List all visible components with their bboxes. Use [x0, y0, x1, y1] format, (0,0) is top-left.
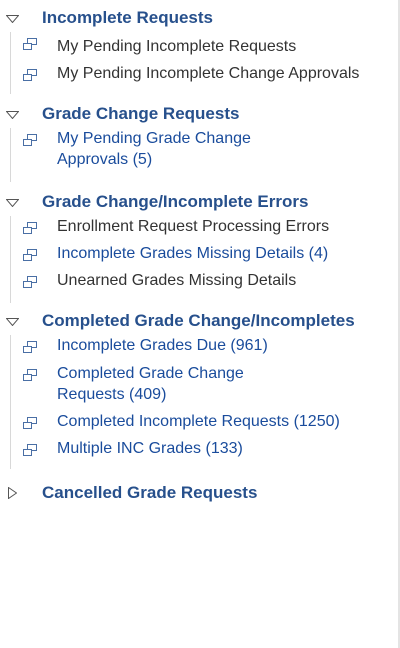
collapse-triangle-icon[interactable] [6, 199, 19, 207]
section-grade-change-incomplete-errors: Grade Change/Incomplete Errors Enrollmen… [0, 186, 396, 303]
nav-item-my-pending-incomplete-change-approvals[interactable]: My Pending Incomplete Change Approvals [11, 63, 396, 90]
link-page-icon [23, 444, 37, 456]
nav-item-my-pending-incomplete-requests[interactable]: My Pending Incomplete Requests [11, 32, 396, 63]
section-header[interactable]: Cancelled Grade Requests [0, 477, 396, 507]
nav-item-unearned-grades-missing-details[interactable]: Unearned Grades Missing Details [11, 270, 396, 299]
link-page-icon [23, 417, 37, 429]
collapse-triangle-icon[interactable] [6, 15, 19, 23]
section-header[interactable]: Completed Grade Change/Incompletes [0, 305, 396, 335]
nav-item-label: My Pending Incomplete Requests [57, 38, 297, 55]
nav-item-label: Completed Incomplete Requests (1250) [57, 413, 340, 430]
section-title: Cancelled Grade Requests [42, 483, 258, 502]
nav-item-enrollment-request-processing-errors[interactable]: Enrollment Request Processing Errors [11, 216, 396, 243]
section-title: Grade Change/Incomplete Errors [42, 192, 309, 211]
nav-item-label: Completed Grade Change Requests (409) [57, 365, 244, 403]
link-page-icon [23, 341, 37, 353]
section-header[interactable]: Grade Change Requests [0, 98, 396, 128]
section-items: My Pending Incomplete Requests My Pendin… [10, 32, 396, 94]
collapse-triangle-icon[interactable] [6, 111, 19, 119]
link-page-icon [23, 369, 37, 381]
collapse-triangle-icon[interactable] [6, 318, 19, 326]
section-title: Grade Change Requests [42, 104, 240, 123]
link-page-icon [23, 69, 37, 81]
section-title: Completed Grade Change/Incompletes [42, 311, 355, 330]
nav-item-label: My Pending Incomplete Change Approvals [57, 65, 360, 82]
nav-item-completed-incomplete-requests[interactable]: Completed Incomplete Requests (1250) [11, 411, 396, 438]
section-items: My Pending Grade Change Approvals (5) [10, 128, 396, 182]
section-header[interactable]: Grade Change/Incomplete Errors [0, 186, 396, 216]
nav-item-label: Incomplete Grades Missing Details (4) [57, 245, 329, 262]
section-grade-change-requests: Grade Change Requests My Pending Grade C… [0, 98, 396, 182]
nav-item-my-pending-grade-change-approvals[interactable]: My Pending Grade Change Approvals (5) [11, 128, 396, 178]
nav-item-completed-grade-change-requests[interactable]: Completed Grade Change Requests (409) [11, 363, 396, 411]
nav-item-label: Enrollment Request Processing Errors [57, 218, 330, 235]
nav-item-label: Unearned Grades Missing Details [57, 272, 297, 289]
section-title: Incomplete Requests [42, 8, 213, 27]
nav-item-incomplete-grades-missing-details[interactable]: Incomplete Grades Missing Details (4) [11, 243, 396, 270]
nav-item-label: Incomplete Grades Due (961) [57, 337, 268, 354]
expand-triangle-icon[interactable] [8, 487, 17, 499]
link-page-icon [23, 134, 37, 146]
navigation-panel: Incomplete Requests My Pending Incomplet… [0, 0, 396, 507]
section-items: Enrollment Request Processing Errors Inc… [10, 216, 396, 303]
section-cancelled-grade-requests: Cancelled Grade Requests [0, 477, 396, 507]
link-page-icon [23, 249, 37, 261]
nav-item-label: Multiple INC Grades (133) [57, 440, 243, 457]
section-incomplete-requests: Incomplete Requests My Pending Incomplet… [0, 2, 396, 94]
section-completed-grade-change-incompletes: Completed Grade Change/Incompletes Incom… [0, 305, 396, 469]
section-header[interactable]: Incomplete Requests [0, 2, 396, 32]
section-items: Incomplete Grades Due (961) Completed Gr… [10, 335, 396, 469]
link-page-icon [23, 276, 37, 288]
link-page-icon [23, 222, 37, 234]
nav-item-incomplete-grades-due[interactable]: Incomplete Grades Due (961) [11, 335, 396, 363]
nav-item-multiple-inc-grades[interactable]: Multiple INC Grades (133) [11, 438, 396, 465]
nav-item-label: My Pending Grade Change Approvals (5) [57, 130, 251, 168]
link-page-icon [23, 38, 37, 50]
